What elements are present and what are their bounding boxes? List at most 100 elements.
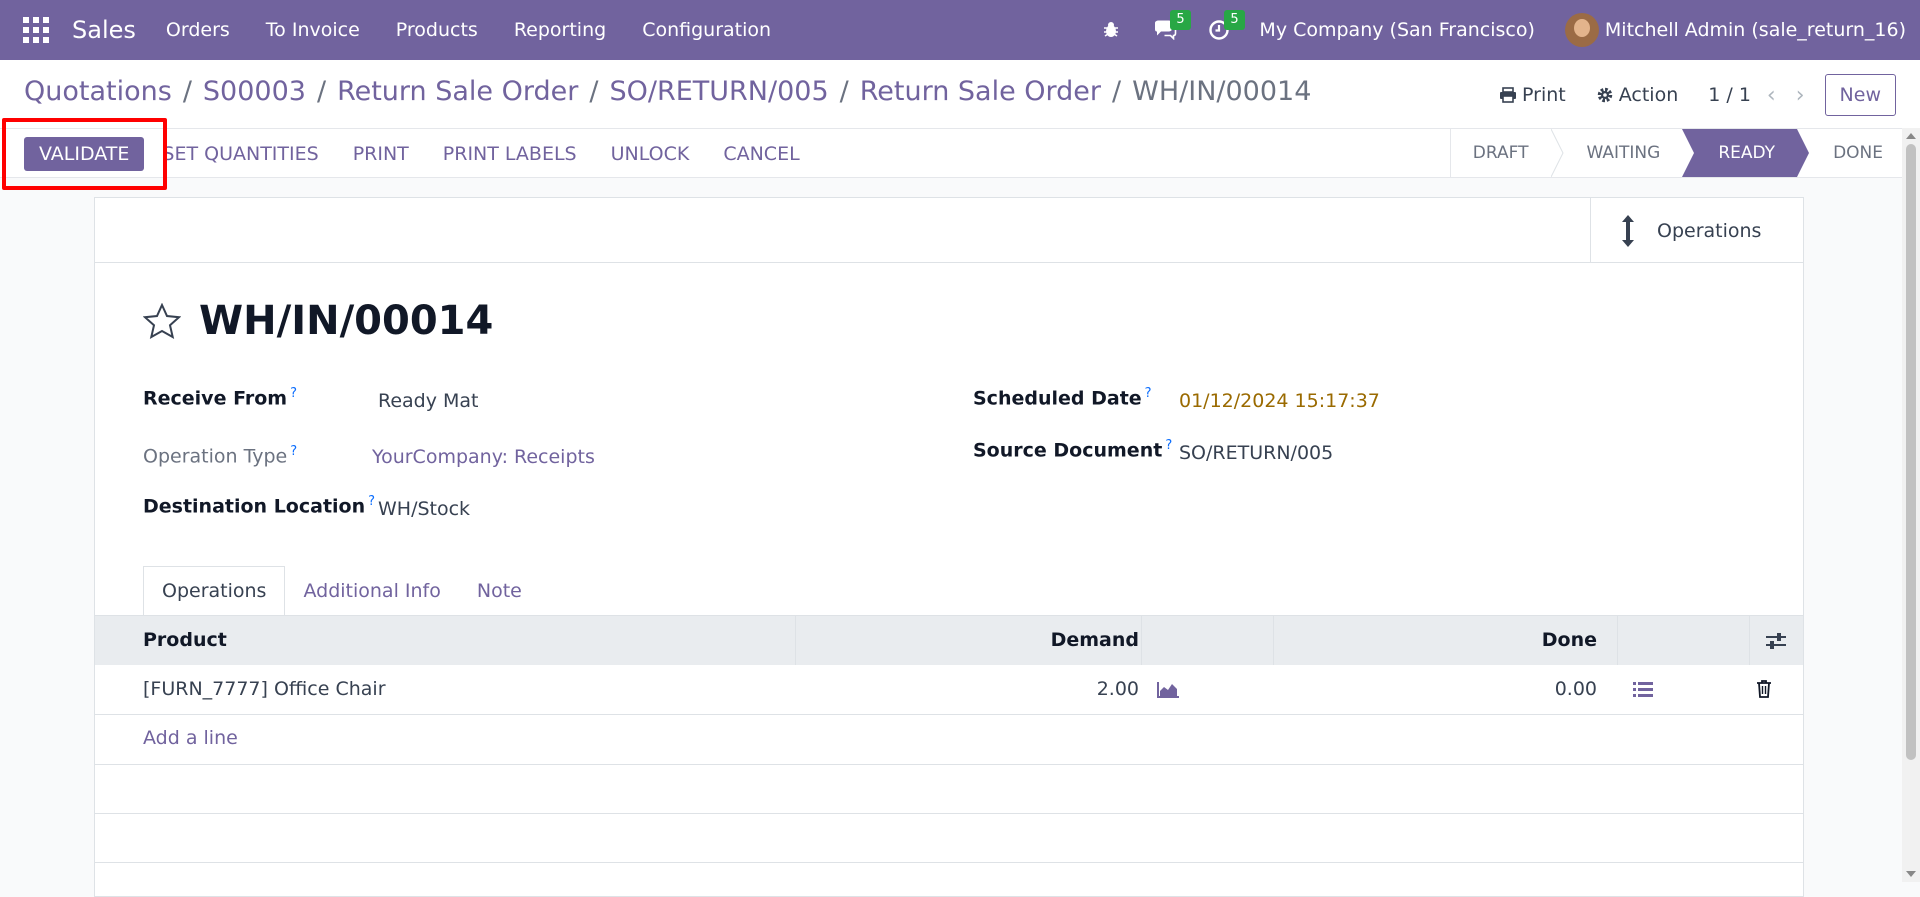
apps-menu-icon[interactable]	[0, 0, 72, 60]
button-box: Operations	[95, 198, 1803, 263]
print-labels-button[interactable]: PRINT LABELS	[443, 143, 577, 165]
receive-from-label-text: Receive From	[143, 387, 288, 410]
pager-value[interactable]: 1 / 1	[1708, 84, 1751, 106]
receive-from-label: Receive From?	[143, 386, 297, 409]
debug-bug-icon[interactable]	[1091, 0, 1131, 60]
breadcrumb-quotations[interactable]: Quotations	[24, 76, 172, 107]
breadcrumb-return-wizard-2[interactable]: Return Sale Order	[860, 76, 1101, 107]
page-scrollbar[interactable]	[1902, 128, 1920, 882]
vertical-arrows-icon	[1622, 214, 1634, 247]
breadcrumb-separator: /	[1112, 76, 1122, 107]
print-menu-label: Print	[1522, 84, 1566, 106]
breadcrumb-separator: /	[589, 76, 599, 107]
operation-type-field[interactable]: YourCompany: Receipts	[372, 446, 595, 468]
add-line-row: Add a line	[95, 715, 1803, 765]
trash-icon[interactable]	[1756, 679, 1772, 698]
user-menu[interactable]: Mitchell Admin (sale_return_16)	[1605, 19, 1906, 41]
stage-draft[interactable]: DRAFT	[1449, 129, 1551, 177]
add-a-line-link[interactable]: Add a line	[143, 727, 238, 749]
help-icon[interactable]: ?	[368, 494, 375, 509]
breadcrumb-return-order[interactable]: SO/RETURN/005	[609, 76, 828, 107]
breadcrumb-return-wizard[interactable]: Return Sale Order	[337, 76, 578, 107]
stage-arrow-icon	[1797, 129, 1810, 177]
destination-location-label: Destination Location?	[143, 494, 375, 517]
menu-reporting[interactable]: Reporting	[514, 19, 606, 41]
stage-draft-label: DRAFT	[1472, 143, 1529, 163]
optional-columns-icon[interactable]	[1765, 632, 1787, 650]
company-switcher[interactable]: My Company (San Francisco)	[1259, 19, 1534, 41]
stage-done[interactable]: DONE	[1811, 129, 1905, 177]
help-icon[interactable]: ?	[1165, 438, 1172, 453]
user-avatar[interactable]	[1564, 13, 1599, 47]
validate-highlight-box	[2, 118, 167, 190]
unlock-button[interactable]: UNLOCK	[611, 143, 690, 165]
navbar: Sales Orders To Invoice Products Reporti…	[0, 0, 1920, 60]
menu-orders[interactable]: Orders	[166, 19, 230, 41]
pager-previous-icon[interactable]: ‹	[1767, 83, 1776, 108]
record-title: WH/IN/00014	[199, 298, 494, 344]
stage-done-label: DONE	[1833, 143, 1883, 163]
destination-label-text: Destination Location	[143, 495, 366, 518]
column-demand[interactable]: Demand	[1051, 629, 1139, 651]
activities-clock-icon[interactable]: 5	[1199, 0, 1245, 60]
stage-ready-label: READY	[1718, 143, 1776, 163]
source-document-field[interactable]: SO/RETURN/005	[1179, 442, 1333, 464]
scheduled-date-label: Scheduled Date?	[973, 386, 1152, 409]
operation-type-label: Operation Type?	[143, 444, 297, 467]
control-panel: Quotations / S00003 / Return Sale Order …	[0, 60, 1920, 128]
forecast-chart-icon[interactable]	[1157, 682, 1179, 698]
operations-smart-label: Operations	[1657, 219, 1762, 242]
print-button[interactable]: PRINT	[353, 143, 409, 165]
breadcrumb-separator: /	[182, 76, 192, 107]
scroll-up-icon[interactable]	[1906, 133, 1916, 139]
table-row[interactable]: [FURN_7777] Office Chair 2.00 0.00	[95, 665, 1803, 715]
tab-additional-info[interactable]: Additional Info	[285, 566, 458, 616]
form-sheet: Operations WH/IN/00014 Receive From? Rea…	[94, 197, 1804, 897]
destination-location-field[interactable]: WH/Stock	[378, 498, 470, 520]
scrollbar-thumb[interactable]	[1906, 144, 1916, 760]
breadcrumb-sale-order[interactable]: S00003	[203, 76, 306, 107]
row-done[interactable]: 0.00	[1555, 678, 1597, 700]
stage-separator-icon	[1550, 129, 1564, 177]
scroll-down-icon[interactable]	[1906, 871, 1916, 877]
help-icon[interactable]: ?	[290, 386, 297, 401]
operations-smart-button[interactable]: Operations	[1590, 198, 1803, 263]
row-product[interactable]: [FURN_7777] Office Chair	[143, 678, 386, 700]
table-header: Product Demand Done	[95, 615, 1803, 666]
empty-row	[95, 765, 1803, 814]
app-name[interactable]: Sales	[72, 16, 136, 44]
scheduled-date-field[interactable]: 01/12/2024 15:17:37	[1179, 390, 1380, 412]
print-menu-button[interactable]: Print	[1499, 84, 1566, 106]
star-icon[interactable]	[143, 303, 181, 339]
source-document-label: Source Document?	[973, 438, 1172, 461]
form-statusbar: VALIDATE SET QUANTITIES PRINT PRINT LABE…	[0, 128, 1905, 178]
activities-badge: 5	[1224, 10, 1245, 30]
column-done[interactable]: Done	[1542, 629, 1597, 651]
help-icon[interactable]: ?	[1145, 386, 1152, 401]
row-demand[interactable]: 2.00	[1097, 678, 1139, 700]
scheduled-date-label-text: Scheduled Date	[973, 387, 1142, 410]
tab-note[interactable]: Note	[459, 566, 540, 616]
tab-operations[interactable]: Operations	[143, 566, 286, 616]
status-stages: DRAFT WAITING READY DONE	[1449, 129, 1905, 177]
menu-products[interactable]: Products	[396, 19, 478, 41]
help-icon[interactable]: ?	[290, 444, 297, 459]
column-product[interactable]: Product	[143, 629, 227, 651]
breadcrumb-separator: /	[839, 76, 849, 107]
stage-waiting[interactable]: WAITING	[1565, 129, 1683, 177]
detailed-operations-list-icon[interactable]	[1633, 681, 1653, 699]
messages-icon[interactable]: 5	[1145, 0, 1191, 60]
cancel-button[interactable]: CANCEL	[723, 143, 799, 165]
receive-from-field[interactable]: Ready Mat	[378, 390, 479, 412]
source-document-label-text: Source Document	[973, 439, 1163, 462]
stage-waiting-label: WAITING	[1586, 143, 1661, 163]
set-quantities-button[interactable]: SET QUANTITIES	[162, 143, 318, 165]
notebook-tabs: Operations Additional Info Note	[143, 566, 540, 616]
pager-next-icon[interactable]: ›	[1796, 83, 1805, 108]
menu-to-invoice[interactable]: To Invoice	[266, 19, 360, 41]
action-menu-button[interactable]: Action	[1596, 84, 1678, 106]
menu-configuration[interactable]: Configuration	[642, 19, 771, 41]
breadcrumb-separator: /	[316, 76, 327, 107]
operation-type-label-text: Operation Type	[143, 445, 288, 468]
new-button[interactable]: New	[1824, 74, 1896, 116]
